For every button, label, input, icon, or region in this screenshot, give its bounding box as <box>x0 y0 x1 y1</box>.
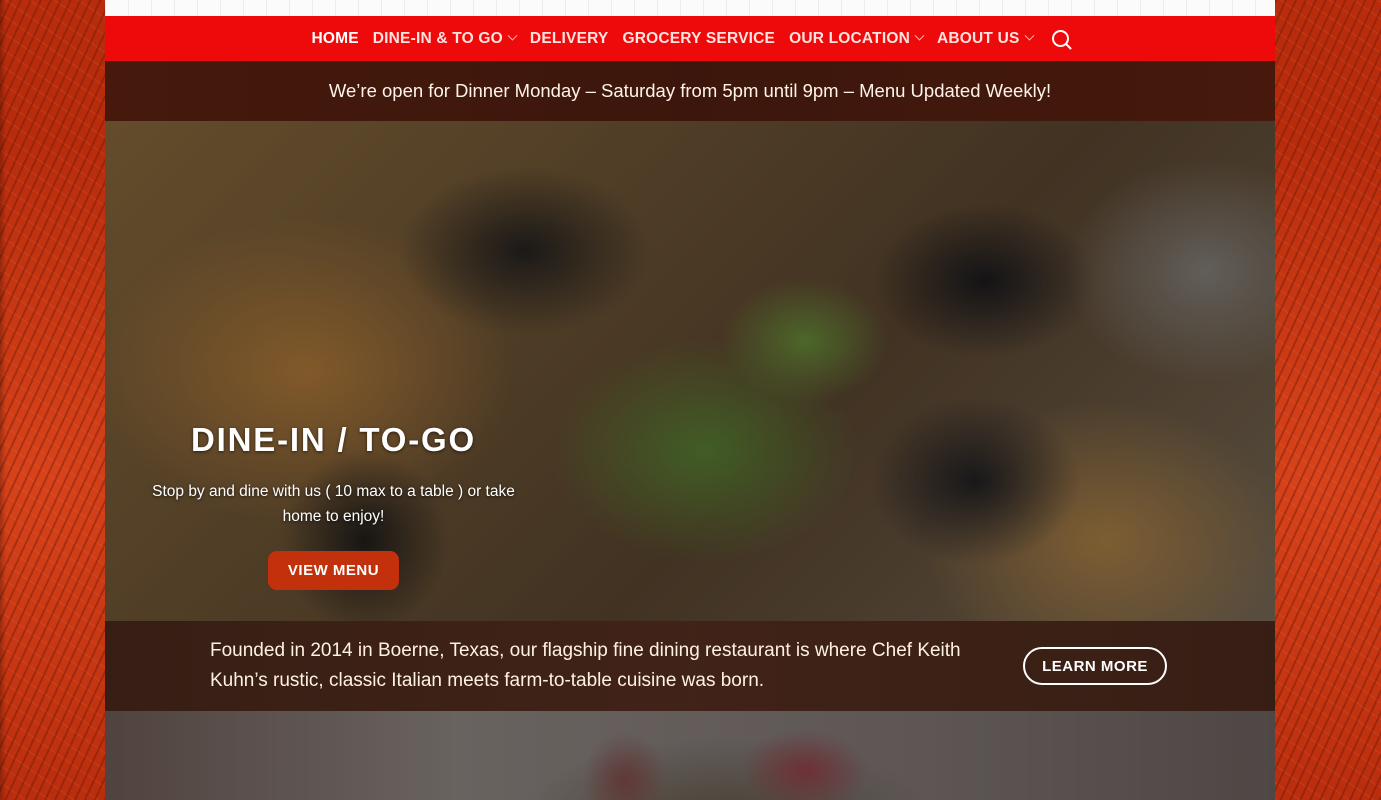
nav-item-dine-in-to-go[interactable]: DINE-IN & TO GO <box>366 30 523 48</box>
about-text: Founded in 2014 in Boerne, Texas, our fl… <box>210 640 961 691</box>
search-icon[interactable] <box>1046 27 1076 51</box>
nav-item-label: OUR LOCATION <box>789 29 910 47</box>
learn-more-button[interactable]: LEARN MORE <box>1023 647 1167 685</box>
about-strip: Founded in 2014 in Boerne, Texas, our fl… <box>105 621 1275 711</box>
nav-item-home[interactable]: HOME <box>304 30 365 48</box>
nav-item-label: HOME <box>311 29 359 47</box>
hero-title: DINE-IN / TO-GO <box>191 421 476 458</box>
chevron-down-icon <box>507 30 518 41</box>
nav-item-grocery-service[interactable]: GROCERY SERVICE <box>615 30 782 48</box>
right-decorative-border <box>1275 0 1381 800</box>
nav-item-label: ABOUT US <box>937 29 1020 47</box>
nav-item-label: DELIVERY <box>529 29 609 47</box>
hero-description: Stop by and dine with us ( 10 max to a t… <box>152 483 515 525</box>
view-menu-button[interactable]: VIEW MENU <box>267 551 400 590</box>
nav-item-label: DINE-IN & TO GO <box>372 29 503 47</box>
nav-item-about-us[interactable]: ABOUT US <box>930 30 1040 48</box>
header-strip <box>105 0 1275 16</box>
announcement-bar: We’re open for Dinner Monday – Saturday … <box>105 61 1275 121</box>
nav-item-our-location[interactable]: OUR LOCATION <box>782 30 930 48</box>
announcement-text: We’re open for Dinner Monday – Saturday … <box>328 80 1052 101</box>
hero-content: DINE-IN / TO-GO Stop by and dine with us… <box>140 421 527 590</box>
chevron-down-icon <box>1024 30 1034 41</box>
nav-item-label: GROCERY SERVICE <box>622 29 776 47</box>
nav-item-delivery[interactable]: DELIVERY <box>523 30 616 48</box>
page-container: HOME DINE-IN & TO GO DELIVERY GROCERY SE… <box>105 0 1275 800</box>
hero-banner: DINE-IN / TO-GO Stop by and dine with us… <box>105 121 1275 621</box>
main-nav: HOME DINE-IN & TO GO DELIVERY GROCERY SE… <box>105 16 1275 61</box>
chevron-down-icon <box>914 30 925 41</box>
food-image <box>105 711 1275 800</box>
left-decorative-border <box>0 0 105 800</box>
